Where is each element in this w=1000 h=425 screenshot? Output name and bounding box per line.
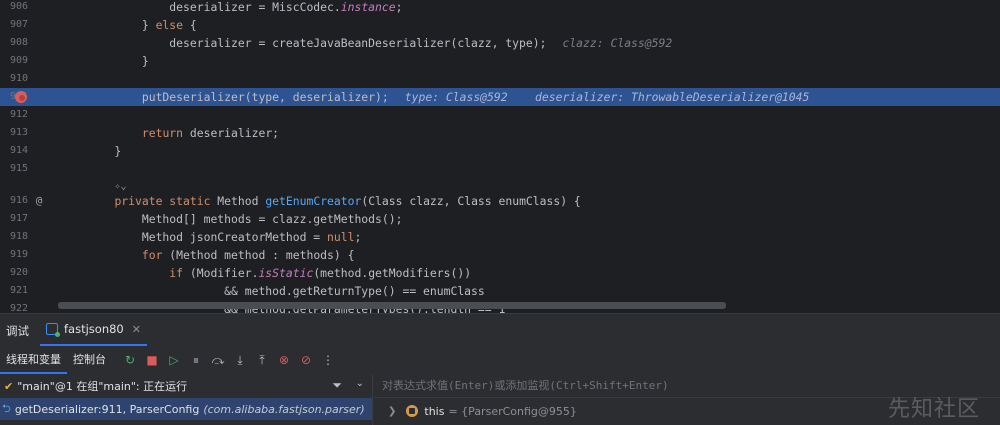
code-line[interactable]: 913 return deserializer; xyxy=(0,124,1000,142)
code-line[interactable]: 916 @ private static Method getEnumCreato… xyxy=(0,192,1000,210)
run-config-icon xyxy=(46,323,60,337)
debug-tool-window: 调试 fastjson80 ✕ 线程和变量 控制台 ↻ ■ ▷ ⏸ ⤼ ⤓ ⤒ ⊗ ⊘ ⋮ ✔ "… xyxy=(0,313,1000,425)
code-text: } xyxy=(87,144,122,158)
tool-window-title: 调试 xyxy=(6,324,29,338)
line-number[interactable]: 921 xyxy=(0,282,28,300)
debug-toolbar: 线程和变量 控制台 ↻ ■ ▷ ⏸ ⤼ ⤓ ⤒ ⊗ ⊘ ⋮ xyxy=(0,346,1000,374)
view-breakpoints-icon[interactable]: ⊗ xyxy=(274,350,294,370)
chevron-right-icon[interactable]: ❯ xyxy=(388,406,396,417)
code-text: for (Method method : methods) { xyxy=(141,248,355,262)
thread-selector[interactable]: ✔ "main"@1 在组"main": 正在运行 ⏷ ⌄ xyxy=(0,374,372,398)
variable-name: this xyxy=(424,404,445,418)
step-out-icon[interactable]: ⤒ xyxy=(252,350,272,370)
code-text: && method.getReturnType() == enumClass xyxy=(87,284,485,298)
code-line-current[interactable]: 911 putDeserializer(type, deserializer);… xyxy=(0,88,1000,106)
code-text: } else { xyxy=(87,18,197,32)
code-line[interactable]: 914 } xyxy=(0,142,1000,160)
line-number[interactable]: 916 xyxy=(0,192,28,210)
code-text: putDeserializer(type, deserializer); type… xyxy=(87,90,810,104)
frame-method: getDeserializer:911, ParserConfig xyxy=(14,402,200,416)
run-config-label: fastjson80 xyxy=(64,322,124,336)
code-line[interactable]: 919 for (Method method : methods) { xyxy=(0,246,1000,264)
line-number[interactable]: 906 xyxy=(0,0,28,16)
annotation-icon[interactable]: @ xyxy=(30,192,48,210)
code-line[interactable]: 920 if (Modifier.isStatic(method.getModi… xyxy=(0,264,1000,282)
code-line[interactable]: 906 deserializer = MiscCodec.instance; xyxy=(0,0,1000,16)
line-number[interactable]: 908 xyxy=(0,34,28,52)
code-line[interactable]: 917 Method[] methods = clazz.getMethods(… xyxy=(0,210,1000,228)
frames-pane: ✔ "main"@1 在组"main": 正在运行 ⏷ ⌄ ⮌ getDeser… xyxy=(0,374,373,425)
watermark-logo: 先知社区 xyxy=(887,397,980,422)
code-text: private static Method getEnumCreator(Cla… xyxy=(114,194,581,208)
tab-run-config[interactable]: fastjson80 ✕ xyxy=(40,314,147,346)
filter-icon[interactable]: ⏷ xyxy=(332,378,342,393)
tab-console[interactable]: 控制台 xyxy=(67,346,112,374)
code-text: Method jsonCreatorMethod = null; xyxy=(87,230,362,244)
thread-label: "main"@1 在组"main": 正在运行 xyxy=(17,380,188,393)
code-line[interactable]: 910 xyxy=(0,70,1000,88)
field-icon xyxy=(406,405,419,417)
code-line[interactable]: 909 } xyxy=(0,52,1000,70)
code-text: Method[] methods = clazz.getMethods(); xyxy=(87,212,403,226)
code-text: if (Modifier.isStatic(method.getModifier… xyxy=(169,266,472,280)
code-line[interactable]: 918 Method jsonCreatorMethod = null; xyxy=(0,228,1000,246)
mute-breakpoints-icon[interactable]: ⊘ xyxy=(296,350,316,370)
line-number[interactable]: 920 xyxy=(0,264,28,282)
tab-threads-variables[interactable]: 线程和变量 xyxy=(0,346,67,374)
code-line[interactable]: 907 } else { xyxy=(0,16,1000,34)
line-number[interactable]: 917 xyxy=(0,210,28,228)
tool-window-header: 调试 fastjson80 ✕ xyxy=(0,314,1000,346)
code-editor[interactable]: 906 deserializer = MiscCodec.instance; 90… xyxy=(0,0,1000,313)
code-text: return deserializer; xyxy=(141,126,280,140)
code-text: deserializer = createJavaBeanDeserialize… xyxy=(87,36,673,50)
pause-icon[interactable]: ⏸ xyxy=(186,350,206,370)
line-number[interactable]: 918 xyxy=(0,228,28,246)
frame-row[interactable]: ⮌ getDeserializer:911, ParserConfig (com… xyxy=(0,398,372,420)
line-number[interactable]: 910 xyxy=(0,70,28,88)
code-text: deserializer = MiscCodec.instance; xyxy=(87,0,403,14)
line-number[interactable]: 909 xyxy=(0,52,28,70)
line-number[interactable]: 914 xyxy=(0,142,28,160)
line-number[interactable]: 913 xyxy=(0,124,28,142)
check-icon: ✔ xyxy=(4,379,14,393)
frame-package: (com.alibaba.fastjson.parser) xyxy=(203,402,365,416)
code-line[interactable]: 921 && method.getReturnType() == enumCla… xyxy=(0,282,1000,300)
breakpoint-icon[interactable] xyxy=(15,91,27,103)
close-icon[interactable]: ✕ xyxy=(132,323,141,336)
line-number[interactable]: 907 xyxy=(0,16,28,34)
more-icon[interactable]: ⋮ xyxy=(318,350,338,370)
line-number[interactable]: 922 xyxy=(0,300,28,313)
current-frame-icon: ⮌ xyxy=(2,401,11,415)
code-line[interactable]: 912 xyxy=(0,106,1000,124)
code-line[interactable]: 908 deserializer = createJavaBeanDeseria… xyxy=(0,34,1000,52)
rerun-icon[interactable]: ↻ xyxy=(120,350,140,370)
resume-icon[interactable]: ▷ xyxy=(164,350,184,370)
horizontal-scrollbar[interactable] xyxy=(58,302,726,309)
line-number[interactable]: 912 xyxy=(0,106,28,124)
line-number[interactable]: 919 xyxy=(0,246,28,264)
chevron-down-icon[interactable]: ⌄ xyxy=(356,378,364,389)
code-text: } xyxy=(87,54,149,68)
variable-value: = {ParserConfig@955} xyxy=(448,404,577,418)
stop-icon[interactable]: ■ xyxy=(142,350,162,370)
step-over-icon[interactable]: ⤼ xyxy=(208,350,228,370)
step-into-icon[interactable]: ⤓ xyxy=(230,350,250,370)
